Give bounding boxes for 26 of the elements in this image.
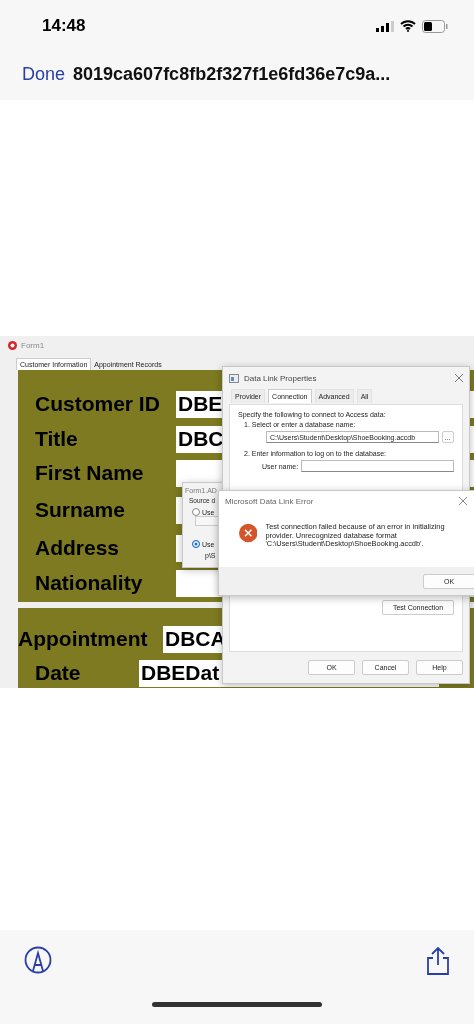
dialog-title: Microsoft Data Link Error bbox=[225, 496, 315, 506]
error-icon bbox=[239, 523, 258, 543]
user-name-field[interactable] bbox=[301, 460, 454, 472]
status-time: 14:48 bbox=[42, 16, 86, 36]
wifi-icon bbox=[400, 20, 416, 32]
window-icon bbox=[229, 373, 239, 383]
close-button[interactable] bbox=[459, 497, 467, 505]
field-label: Title bbox=[34, 427, 79, 451]
field-label: Appointment bbox=[18, 627, 149, 651]
done-button[interactable]: Done bbox=[22, 63, 66, 85]
app-icon bbox=[8, 340, 17, 350]
close-button[interactable] bbox=[455, 374, 463, 382]
document-title: 8019ca607fc8fb2f327f1e6fd36e7c9a... bbox=[73, 63, 391, 85]
field-label: First Name bbox=[34, 461, 145, 485]
markup-icon[interactable] bbox=[24, 946, 52, 976]
field-label: Surname bbox=[34, 498, 126, 522]
field-label: Nationality bbox=[34, 571, 144, 595]
share-icon[interactable] bbox=[426, 946, 450, 976]
battery-icon bbox=[422, 19, 448, 33]
dialog-title: Data Link Properties bbox=[244, 373, 318, 383]
window-title: Form1 bbox=[21, 340, 45, 350]
field-label: Address bbox=[34, 536, 121, 560]
radio-button[interactable] bbox=[192, 540, 200, 548]
field-label: Customer ID bbox=[34, 392, 161, 416]
field-label: Date bbox=[34, 661, 82, 685]
signal-icon bbox=[376, 20, 394, 32]
